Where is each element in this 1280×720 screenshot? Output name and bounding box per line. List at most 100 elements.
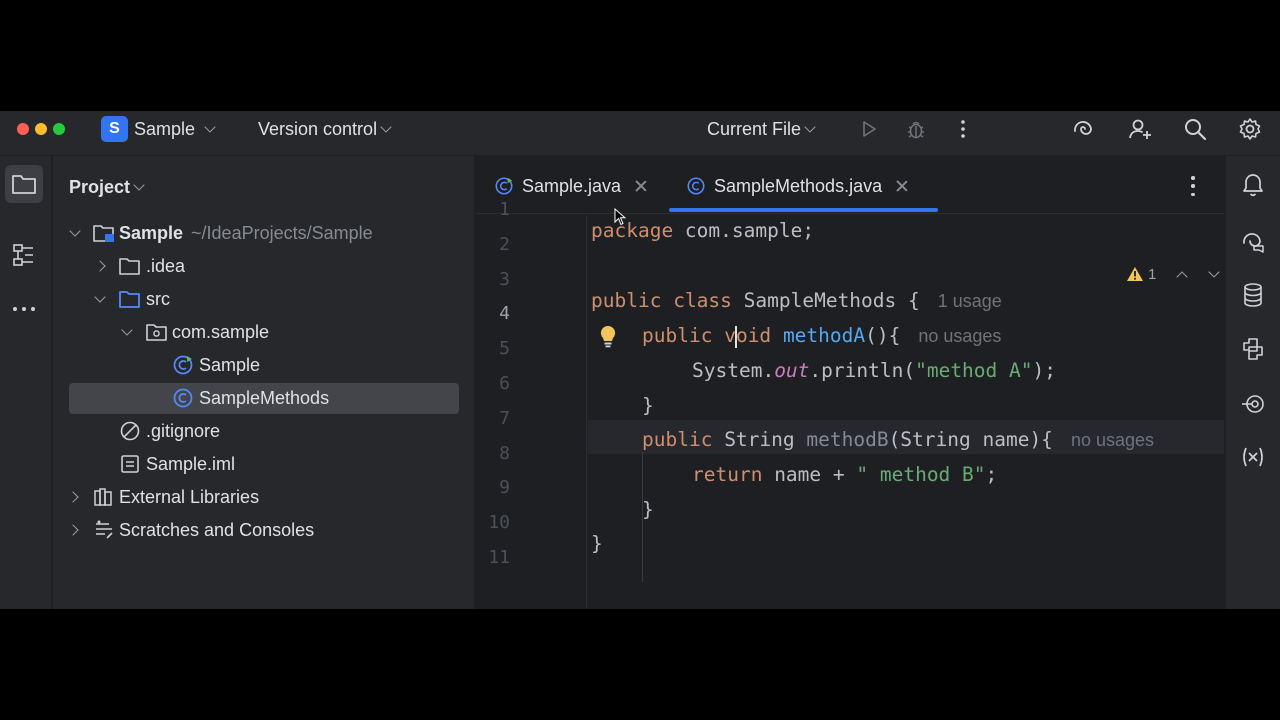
tree-label: External Libraries bbox=[119, 487, 260, 507]
warning-icon bbox=[1127, 267, 1143, 281]
tree-label: Sample ~/IdeaProjects/Sample bbox=[119, 223, 373, 243]
folder-icon bbox=[119, 255, 141, 277]
ellipsis-icon bbox=[13, 307, 35, 311]
structure-icon bbox=[13, 244, 33, 266]
tree-item-sample-root[interactable]: Sample ~/IdeaProjects/Sample bbox=[69, 218, 459, 249]
tree-label: .gitignore bbox=[146, 421, 221, 441]
project-switcher[interactable]: S Sample bbox=[101, 116, 216, 142]
gear-icon bbox=[1239, 118, 1261, 140]
version-control-menu[interactable]: Version control bbox=[258, 116, 392, 142]
tree-label: Scratches and Consoles bbox=[119, 520, 315, 540]
chevron-down-icon bbox=[380, 121, 392, 133]
variables-button[interactable] bbox=[1236, 440, 1270, 474]
database-icon bbox=[1244, 283, 1262, 307]
tree-item-sample-class[interactable]: Sample bbox=[69, 350, 459, 381]
chevron-down-icon bbox=[133, 179, 145, 191]
tree-item-scratches[interactable]: Scratches and Consoles bbox=[67, 515, 459, 546]
ai-assistant-button[interactable] bbox=[1070, 116, 1096, 142]
ai-assistant-icon bbox=[1074, 121, 1092, 135]
project-tool-button[interactable] bbox=[5, 165, 43, 203]
folder-icon bbox=[12, 175, 36, 194]
libraries-icon bbox=[93, 486, 115, 508]
module-folder-icon bbox=[93, 222, 115, 244]
usage-hint: 1 usage bbox=[937, 291, 1002, 311]
tree-item-external-libraries[interactable]: External Libraries bbox=[67, 482, 459, 513]
variables-icon bbox=[1243, 447, 1263, 467]
chevron-down-icon bbox=[94, 291, 106, 303]
chevron-up-icon[interactable] bbox=[1176, 270, 1189, 283]
tree-item-com-sample[interactable]: com.sample bbox=[69, 317, 459, 348]
chevron-down-icon bbox=[69, 225, 81, 237]
code-line-6: } bbox=[642, 394, 654, 417]
tree-item-src[interactable]: src bbox=[69, 284, 459, 315]
tree-item-sample-methods[interactable]: SampleMethods bbox=[69, 383, 459, 414]
database-button[interactable] bbox=[1236, 278, 1270, 312]
right-tool-strip bbox=[1225, 156, 1280, 609]
minimize-window-button[interactable] bbox=[35, 123, 47, 135]
code-line-7: public String methodB(String name){no us… bbox=[642, 428, 1155, 451]
run-icon bbox=[863, 121, 876, 137]
chevron-down-icon bbox=[804, 121, 816, 133]
kebab-menu-icon bbox=[961, 120, 965, 138]
code-line-10: } bbox=[591, 532, 603, 555]
project-panel-header[interactable]: Project bbox=[69, 176, 145, 198]
ai-chat-button[interactable] bbox=[1236, 224, 1270, 258]
java-main-class-icon bbox=[172, 354, 194, 376]
module-file-icon bbox=[119, 453, 141, 475]
project-panel: Project Sample ~/IdeaProjects/Sample .ide… bbox=[53, 156, 475, 609]
ai-chat-icon bbox=[1243, 233, 1264, 253]
left-tool-strip bbox=[0, 156, 52, 609]
editor: Sample.java SampleMethods.java 1 2 3 4 5… bbox=[476, 156, 1224, 609]
python-icon bbox=[1243, 338, 1263, 360]
search-icon bbox=[1185, 119, 1207, 141]
project-path: ~/IdeaProjects/Sample bbox=[191, 223, 373, 243]
code-line-8: return name + " method B"; bbox=[692, 463, 998, 486]
close-window-button[interactable] bbox=[17, 123, 29, 135]
code-with-me-button[interactable] bbox=[1127, 116, 1153, 142]
run-configuration-label: Current File bbox=[707, 118, 802, 139]
tree-label: com.sample bbox=[172, 322, 270, 342]
usage-hint: no usages bbox=[918, 326, 1002, 346]
chevron-down-icon bbox=[204, 121, 216, 133]
structure-tool-button[interactable] bbox=[5, 236, 43, 274]
tree-label: Sample bbox=[199, 355, 261, 375]
scratches-icon bbox=[93, 519, 115, 541]
ignored-file-icon bbox=[119, 420, 141, 442]
usage-hint: no usages bbox=[1070, 430, 1155, 450]
tree-item-sample-iml[interactable]: Sample.iml bbox=[69, 449, 459, 480]
debug-button[interactable] bbox=[903, 116, 929, 142]
lightbulb-icon bbox=[600, 325, 616, 348]
bug-icon bbox=[908, 121, 924, 139]
intention-bulb-button[interactable] bbox=[597, 324, 619, 348]
more-tools-button[interactable] bbox=[5, 290, 43, 328]
code-area[interactable]: package com.sample; public class SampleM… bbox=[476, 156, 1224, 609]
tree-item-gitignore[interactable]: .gitignore bbox=[69, 416, 459, 447]
run-configuration-selector[interactable]: Current File bbox=[707, 116, 816, 142]
tree-label: .idea bbox=[146, 256, 186, 276]
more-actions-button[interactable] bbox=[950, 116, 976, 142]
code-line-4: public void methodA(){no usages bbox=[642, 324, 1002, 348]
settings-button[interactable] bbox=[1237, 116, 1263, 142]
chevron-right-icon bbox=[67, 491, 79, 503]
project-name: Sample bbox=[134, 118, 196, 139]
tree-label: src bbox=[146, 289, 170, 309]
tree-label: Sample.iml bbox=[146, 454, 236, 474]
tree-item-idea[interactable]: .idea bbox=[69, 251, 459, 282]
mouse-pointer-icon bbox=[614, 208, 626, 226]
code-line-3: public class SampleMethods {1 usage bbox=[591, 289, 1002, 312]
warning-count: 1 bbox=[1148, 265, 1157, 283]
run-button[interactable] bbox=[856, 116, 882, 142]
python-console-button[interactable] bbox=[1236, 332, 1270, 366]
tree-label: SampleMethods bbox=[199, 388, 330, 408]
java-class-icon bbox=[172, 387, 194, 409]
inspection-widget[interactable]: 1 bbox=[1126, 264, 1221, 284]
version-control-label: Version control bbox=[258, 118, 378, 139]
zoom-window-button[interactable] bbox=[53, 123, 65, 135]
chevron-down-icon[interactable] bbox=[1208, 265, 1221, 278]
endpoints-button[interactable] bbox=[1236, 387, 1270, 421]
search-everywhere-button[interactable] bbox=[1182, 116, 1208, 142]
bell-icon bbox=[1243, 174, 1263, 197]
chevron-right-icon bbox=[67, 524, 79, 536]
notifications-button[interactable] bbox=[1236, 168, 1270, 202]
project-badge: S bbox=[101, 116, 128, 142]
